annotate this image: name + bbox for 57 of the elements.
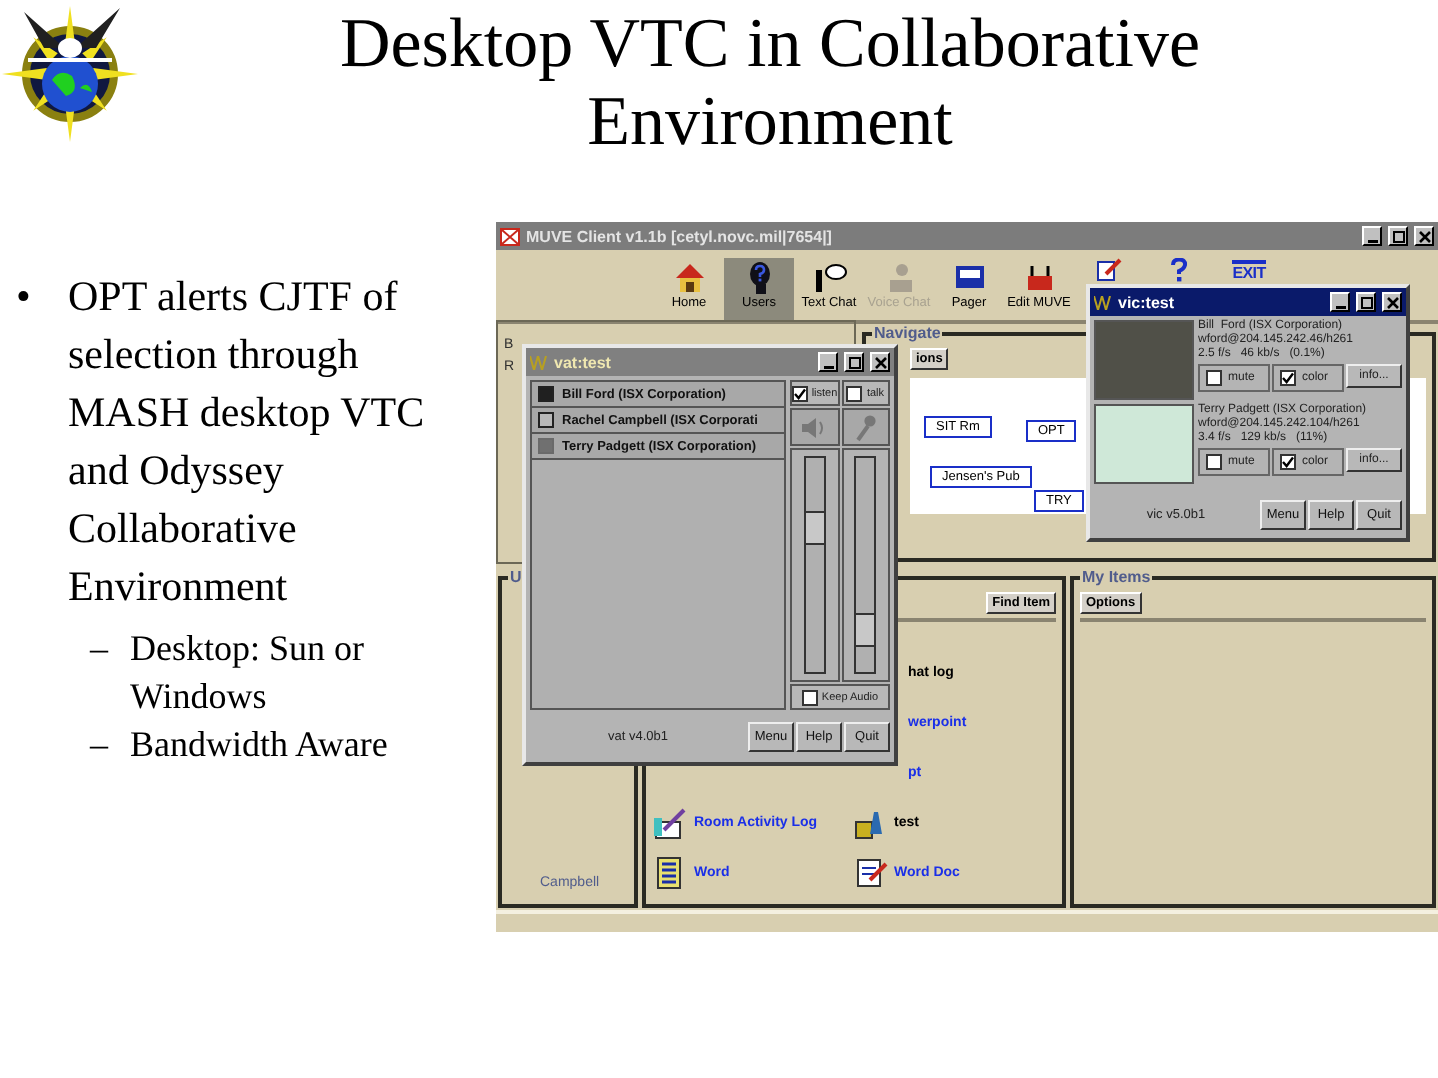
- panel-legend: My Items: [1080, 568, 1153, 588]
- slider-thumb[interactable]: [803, 511, 826, 546]
- bullet-text: OPT alerts CJTF of selection through MASH desktop VTC and Odyssey Collaborative Environment: [68, 270, 427, 614]
- app-icon: [500, 227, 520, 245]
- slider-thumb[interactable]: [854, 612, 877, 647]
- checkbox[interactable]: [791, 385, 808, 401]
- maximize-icon: [847, 355, 861, 369]
- checkbox[interactable]: [801, 689, 818, 705]
- maximize-button[interactable]: [1356, 292, 1376, 312]
- bullet-marker: –: [90, 722, 111, 768]
- speaker-icon: [800, 415, 829, 439]
- checkbox[interactable]: [1206, 454, 1222, 470]
- app-icon: [1094, 295, 1112, 309]
- speech-bubble-icon: [811, 260, 847, 294]
- window-title: MUVE Client v1.1b [cetyl.novc.mil|7654|]: [526, 227, 834, 245]
- volume-slider-track[interactable]: [854, 456, 877, 674]
- window-title: vat:test: [554, 353, 613, 371]
- microphone-button[interactable]: [841, 408, 890, 446]
- close-button[interactable]: [1414, 226, 1434, 246]
- minimize-button[interactable]: [818, 352, 838, 372]
- minimize-button[interactable]: [1330, 292, 1350, 312]
- quill-page-icon[interactable]: [652, 806, 688, 840]
- close-button[interactable]: [1382, 292, 1402, 312]
- document-pen-icon[interactable]: [852, 856, 888, 890]
- participant-checkbox[interactable]: [538, 438, 554, 454]
- checkbox[interactable]: [1280, 370, 1296, 386]
- bullet-text: Bandwidth Aware: [130, 722, 390, 768]
- participant-checkbox[interactable]: [538, 386, 554, 402]
- participant-checkbox[interactable]: [538, 412, 554, 428]
- video-placeholder: [1094, 320, 1194, 400]
- flask-box-icon[interactable]: [852, 806, 888, 840]
- notepad-pencil-icon: [1096, 258, 1122, 282]
- house-icon: [671, 260, 707, 294]
- maximize-icon: [1391, 229, 1405, 243]
- panel-legend: Navigate: [872, 324, 943, 344]
- app-icon: [530, 355, 548, 369]
- maximize-button[interactable]: [844, 352, 864, 372]
- slide-title: Desktop VTC in Collaborative Environment: [338, 2, 1202, 164]
- maximize-button[interactable]: [1388, 226, 1408, 246]
- close-icon: [1385, 295, 1399, 309]
- help-icon: [1170, 258, 1188, 282]
- bullet-marker: –: [90, 626, 111, 672]
- checkbox[interactable]: [1280, 454, 1296, 470]
- close-icon: [1417, 229, 1431, 243]
- close-button[interactable]: [870, 352, 890, 372]
- window-title: vic:test: [1118, 293, 1177, 311]
- maximize-icon: [1359, 295, 1373, 309]
- bullet-marker: •: [16, 270, 33, 324]
- monitor-icon: [951, 260, 987, 294]
- checkbox[interactable]: [846, 385, 863, 401]
- video-placeholder: [1094, 404, 1194, 484]
- close-icon: [873, 355, 887, 369]
- microphone-icon: [853, 413, 878, 441]
- volume-slider-track[interactable]: [803, 456, 826, 674]
- bullet-text: Desktop: Sun or Windows: [130, 626, 366, 720]
- checkbox[interactable]: [1206, 370, 1222, 386]
- minimize-button[interactable]: [1362, 226, 1382, 246]
